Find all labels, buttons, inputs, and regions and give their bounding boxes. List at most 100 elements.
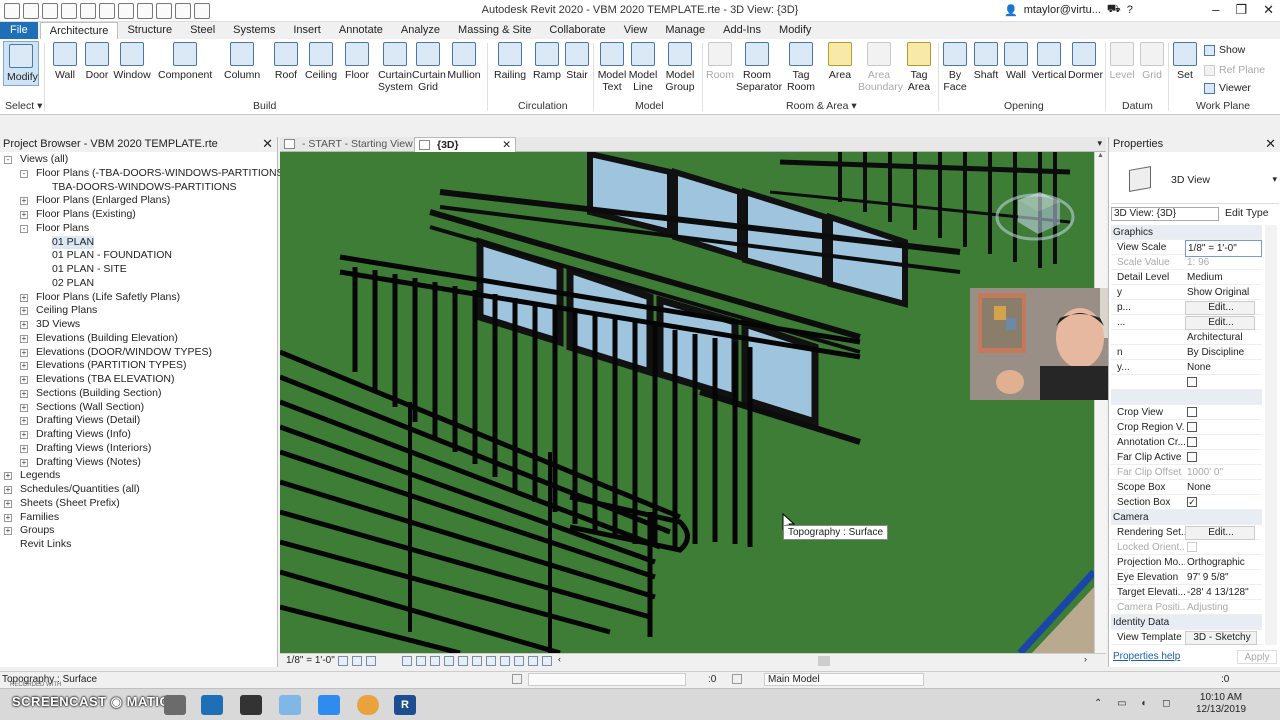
visual-style-icon[interactable] xyxy=(352,656,362,666)
tree-item[interactable]: + Groups xyxy=(0,524,277,538)
expand-icon[interactable]: + xyxy=(4,499,12,508)
prop-target-elevation[interactable]: Target Elevati... -28' 4 13/128" xyxy=(1111,585,1262,600)
prop-far-clip-active[interactable]: Far Clip Active xyxy=(1111,450,1262,465)
tab-modify[interactable]: Modify xyxy=(770,22,820,39)
prop-section-box[interactable]: Section Box ✓ xyxy=(1111,495,1262,510)
reveal-hidden-icon[interactable] xyxy=(486,656,496,666)
close-icon[interactable]: ✕ xyxy=(1265,137,1276,151)
area-button[interactable]: Area xyxy=(826,42,854,81)
expand-icon[interactable]: + xyxy=(20,293,28,302)
curtain-grid-button[interactable]: Curtain Grid xyxy=(412,42,446,93)
tree-item[interactable]: 01 PLAN xyxy=(0,235,277,250)
tag-room-button[interactable]: Tag Room xyxy=(786,42,816,93)
modify-button[interactable]: Modify xyxy=(3,41,39,86)
tree-item[interactable]: Revit Links xyxy=(0,538,277,552)
prop-visibility-graphics[interactable]: p... Edit... xyxy=(1111,300,1262,315)
far-clip-checkbox[interactable] xyxy=(1187,452,1197,462)
zoom-icon[interactable] xyxy=(318,695,340,715)
view-menu-icon[interactable]: ▾ xyxy=(1097,138,1102,149)
tab-steel[interactable]: Steel xyxy=(181,22,224,39)
component-button[interactable]: Component xyxy=(158,42,212,81)
tree-item[interactable]: + Legends xyxy=(0,469,277,483)
prop-default-analysis[interactable]: y... None xyxy=(1111,360,1262,375)
room-button[interactable]: Room xyxy=(706,42,734,81)
model-line-button[interactable]: Model Line xyxy=(628,42,658,93)
ceiling-button[interactable]: Ceiling xyxy=(304,42,338,81)
close-icon[interactable]: ✕ xyxy=(502,138,511,153)
user-name[interactable]: mtaylor@virtu... xyxy=(1024,4,1101,16)
tree-views-root[interactable]: - Views (all) xyxy=(0,153,277,167)
tree-item[interactable]: - Floor Plans (-TBA-DOORS-WINDOWS-PARTITI… xyxy=(0,167,287,181)
door-button[interactable]: Door xyxy=(84,42,110,81)
worksharing-icon[interactable] xyxy=(500,656,510,666)
properties-scrollbar[interactable] xyxy=(1265,225,1277,645)
view-scale-control[interactable]: 1/8" = 1'-0" xyxy=(286,654,335,667)
stair-button[interactable]: Stair xyxy=(564,42,590,81)
properties-help-link[interactable]: Properties help xyxy=(1113,651,1180,662)
ref-plane-button[interactable]: Ref Plane xyxy=(1204,64,1265,76)
revit-icon[interactable]: R xyxy=(394,695,416,715)
lock-view-icon[interactable] xyxy=(458,656,468,666)
crop-icon[interactable] xyxy=(430,656,440,666)
tab-file[interactable]: File xyxy=(0,22,38,39)
show-button[interactable]: Show xyxy=(1204,44,1245,56)
tree-item[interactable]: + Sections (Building Section) xyxy=(0,387,277,401)
type-dropdown-icon[interactable]: ▾ xyxy=(1272,174,1277,185)
tab-start-view[interactable]: - START - Starting View xyxy=(280,137,413,152)
shaft-button[interactable]: Shaft xyxy=(972,42,1000,81)
level-button[interactable]: Level xyxy=(1108,42,1136,81)
3d-viewport[interactable]: Topography : Surface xyxy=(280,152,1094,653)
prop-crop-view[interactable]: Crop View xyxy=(1111,405,1262,420)
prop-view-scale[interactable]: View Scale 1/8" = 1'-0" xyxy=(1111,240,1262,257)
group-graphics[interactable]: Graphics xyxy=(1111,225,1262,240)
sun-path-checkbox[interactable] xyxy=(1187,377,1197,387)
tree-item[interactable]: 01 PLAN - FOUNDATION xyxy=(0,249,277,263)
group-extents[interactable] xyxy=(1111,390,1262,405)
show-crop-icon[interactable] xyxy=(444,656,454,666)
wall-button[interactable]: Wall xyxy=(52,42,78,81)
mullion-button[interactable]: Mullion xyxy=(447,42,481,81)
expand-icon[interactable]: + xyxy=(20,458,28,467)
type-selector[interactable]: 3D View ▾ xyxy=(1111,154,1279,204)
prop-detail-level[interactable]: Detail Level Medium xyxy=(1111,270,1262,285)
prop-graphic-display[interactable]: ... Edit... xyxy=(1111,315,1262,330)
tree-item[interactable]: 01 PLAN - SITE xyxy=(0,263,277,277)
clock[interactable]: 10:10 AM 12/13/2019 xyxy=(1196,692,1246,716)
tab-annotate[interactable]: Annotate xyxy=(330,22,392,39)
tree-item[interactable]: + Drafting Views (Notes) xyxy=(0,456,277,470)
column-button[interactable]: Column xyxy=(224,42,260,81)
tag-area-button[interactable]: Tag Area xyxy=(905,42,933,93)
expand-icon[interactable]: + xyxy=(4,486,12,494)
group-identity-data[interactable]: Identity Data xyxy=(1111,615,1262,630)
restore-button[interactable]: ❐ xyxy=(1235,2,1247,18)
railing-button[interactable]: Railing xyxy=(494,42,526,81)
tab-collaborate[interactable]: Collaborate xyxy=(540,22,614,39)
model-group-button[interactable]: Model Group xyxy=(664,42,696,93)
expand-icon[interactable]: + xyxy=(20,334,28,343)
tree-item[interactable]: + Elevations (DOOR/WINDOW TYPES) xyxy=(0,346,277,360)
prop-show-hidden-lines[interactable]: n By Discipline xyxy=(1111,345,1262,360)
expand-icon[interactable]: + xyxy=(20,431,28,439)
prop-view-template[interactable]: View Template 3D - Sketchy xyxy=(1111,630,1262,645)
prop-annotation-crop[interactable]: Annotation Cr... xyxy=(1111,435,1262,450)
collapse-icon[interactable]: - xyxy=(20,169,28,178)
reveal-constraints-icon[interactable] xyxy=(542,656,552,666)
expand-icon[interactable]: + xyxy=(20,197,28,206)
prop-sun-path[interactable] xyxy=(1111,375,1262,390)
expand-icon[interactable]: + xyxy=(20,307,28,316)
prop-parts-visibility[interactable]: y Show Original xyxy=(1111,285,1262,300)
analytical-model-icon[interactable] xyxy=(514,656,524,666)
main-model-selector[interactable]: Main Model xyxy=(764,673,924,686)
app-icon[interactable] xyxy=(164,695,186,715)
shadows-icon[interactable] xyxy=(402,656,412,666)
prop-crop-region-visible[interactable]: Crop Region V... xyxy=(1111,420,1262,435)
select-dropdown[interactable]: Select ▾ xyxy=(5,100,42,112)
tab-manage[interactable]: Manage xyxy=(656,22,714,39)
grid-button[interactable]: Grid xyxy=(1140,42,1164,81)
user-icon[interactable]: 👤 xyxy=(1004,4,1018,17)
expand-icon[interactable]: + xyxy=(20,376,28,384)
temp-hide-icon[interactable] xyxy=(472,656,482,666)
curtain-system-button[interactable]: Curtain System xyxy=(378,42,413,93)
by-face-button[interactable]: By Face xyxy=(942,42,968,93)
close-button[interactable]: ✕ xyxy=(1263,2,1274,18)
